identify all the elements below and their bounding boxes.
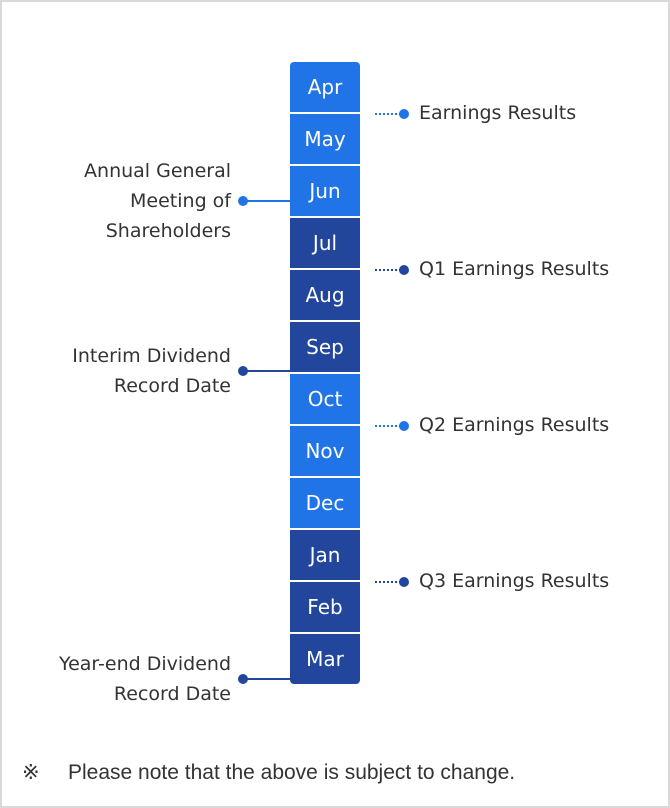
month-jan: Jan xyxy=(290,530,360,580)
month-jun: Jun xyxy=(290,166,360,216)
q2-dot-icon xyxy=(399,421,409,431)
q3-dot-icon xyxy=(399,577,409,587)
disclaimer-note: ※ Please note that the above is subject t… xyxy=(22,760,515,785)
month-aug: Aug xyxy=(290,270,360,320)
month-oct: Oct xyxy=(290,374,360,424)
yearend-connector xyxy=(243,678,290,680)
interim-connector xyxy=(243,370,290,372)
event-yearend-dividend: Year-end Dividend Record Date xyxy=(59,649,231,709)
month-apr: Apr xyxy=(290,62,360,112)
q3-connector xyxy=(375,581,401,583)
month-may: May xyxy=(290,114,360,164)
event-q3-earnings: Q3 Earnings Results xyxy=(419,570,610,592)
month-sep: Sep xyxy=(290,322,360,372)
month-dec: Dec xyxy=(290,478,360,528)
event-agm-line3: Shareholders xyxy=(105,220,231,242)
q1-connector xyxy=(375,269,401,271)
event-yearend-line2: Record Date xyxy=(113,683,231,705)
agm-connector xyxy=(243,200,290,202)
q1-dot-icon xyxy=(399,265,409,275)
event-agm-line1: Annual General xyxy=(84,160,231,182)
event-earnings: Earnings Results xyxy=(419,102,577,124)
month-mar: Mar xyxy=(290,634,360,684)
event-agm: Annual General Meeting of Shareholders xyxy=(84,156,231,246)
month-feb: Feb xyxy=(290,582,360,632)
earnings-dot-icon xyxy=(399,109,409,119)
event-interim-dividend: Interim Dividend Record Date xyxy=(72,341,231,401)
q2-connector xyxy=(375,425,401,427)
event-interim-line2: Record Date xyxy=(113,375,231,397)
month-nov: Nov xyxy=(290,426,360,476)
event-agm-line2: Meeting of xyxy=(130,190,231,212)
disclaimer-text: Please note that the above is subject to… xyxy=(68,761,516,784)
event-q2-earnings: Q2 Earnings Results xyxy=(419,414,610,436)
event-q1-earnings: Q1 Earnings Results xyxy=(419,258,610,280)
event-yearend-line1: Year-end Dividend xyxy=(59,653,231,675)
earnings-connector xyxy=(375,113,401,115)
reference-mark-icon: ※ xyxy=(22,761,40,784)
event-interim-line1: Interim Dividend xyxy=(72,345,231,367)
month-jul: Jul xyxy=(290,218,360,268)
